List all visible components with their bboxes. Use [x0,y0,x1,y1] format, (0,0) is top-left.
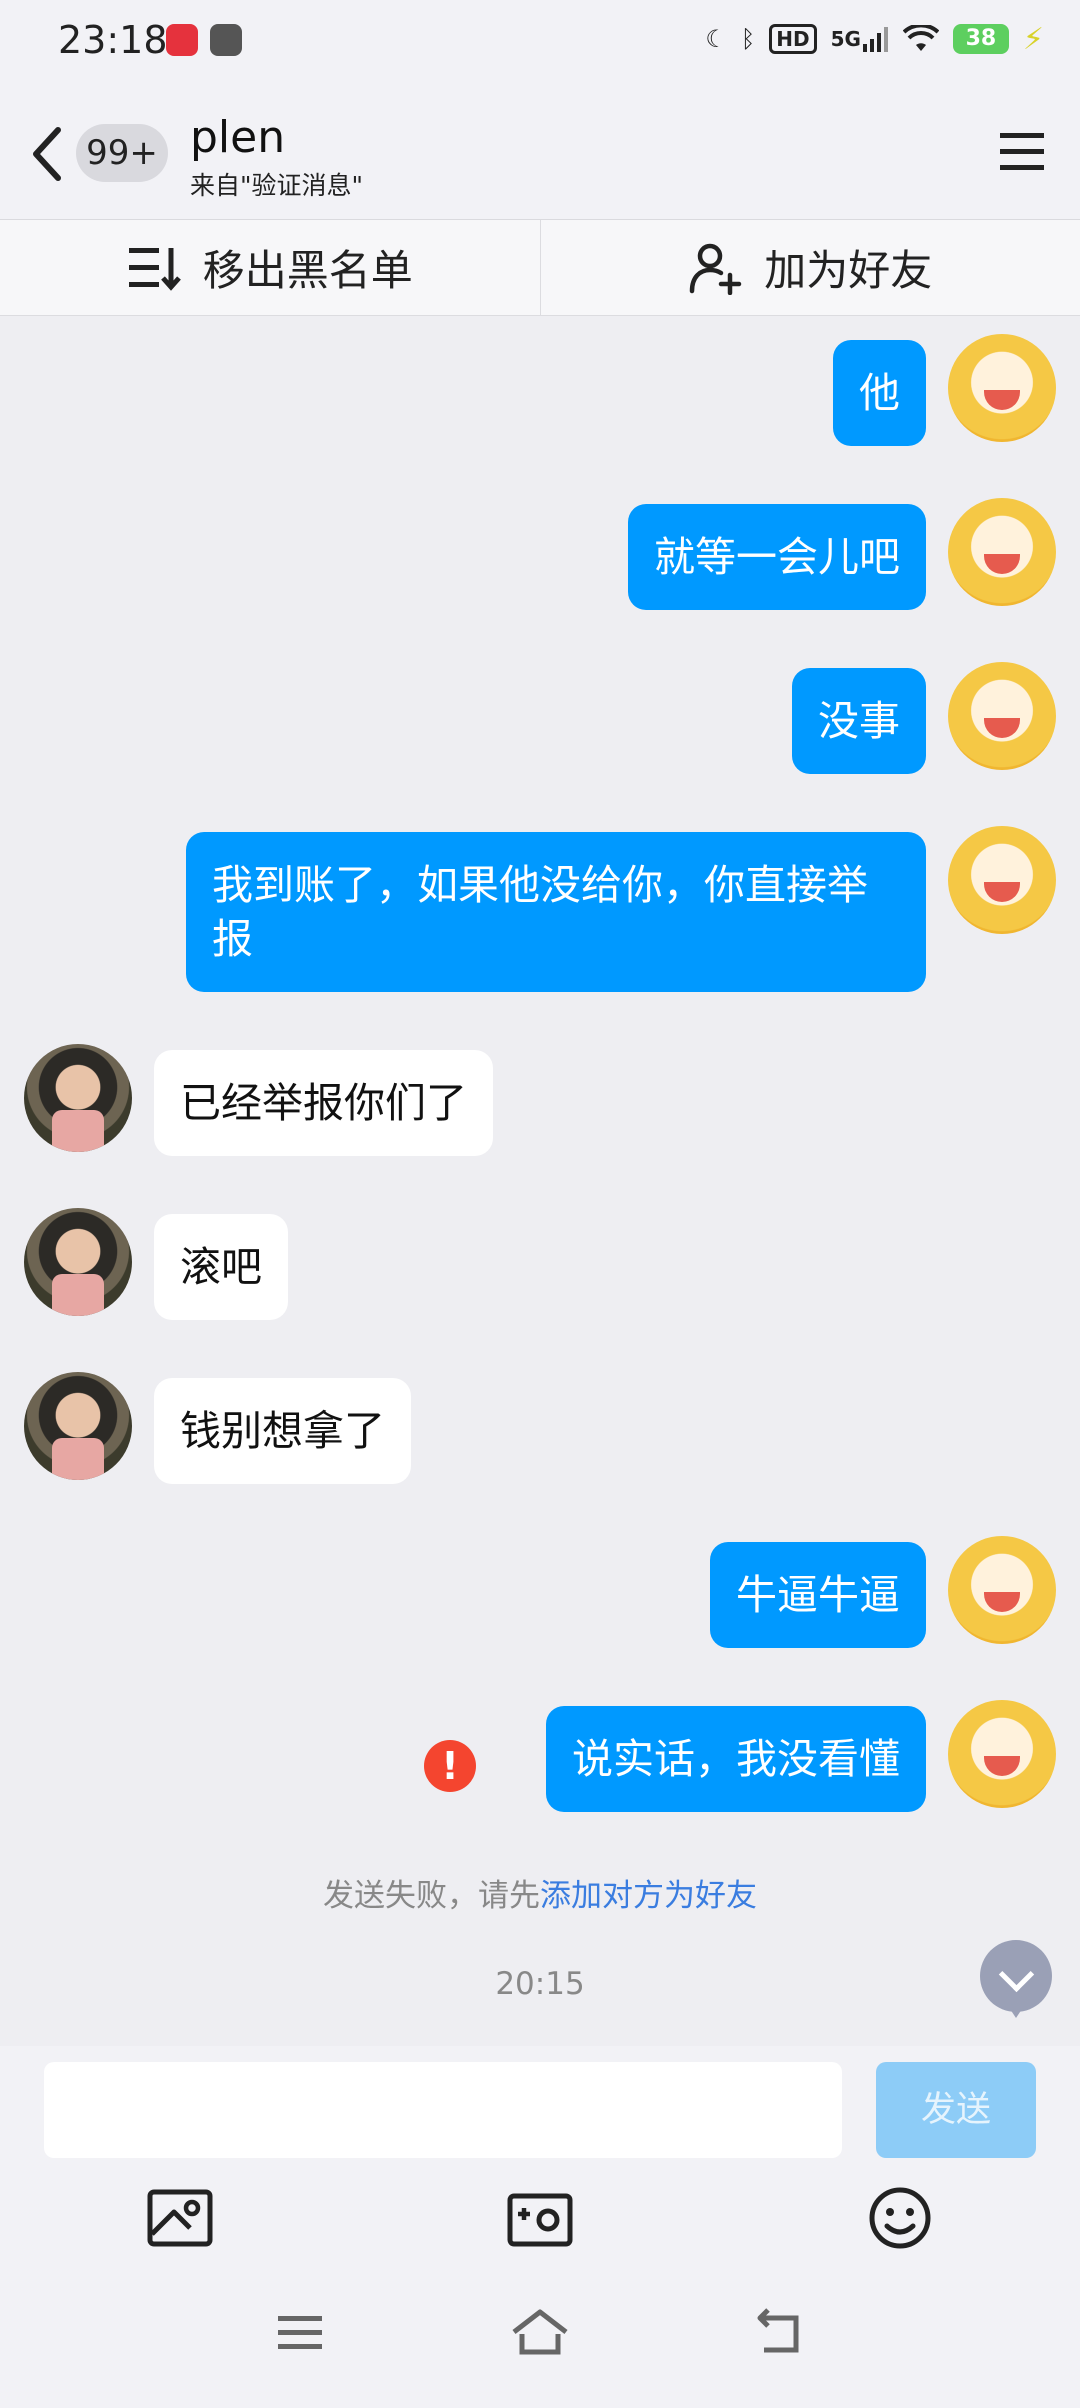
app-notification-icon [166,24,198,56]
bluetooth-icon: ᛒ [740,25,756,53]
remove-blacklist-label: 移出黑名单 [202,246,413,295]
gallery-button[interactable] [144,2182,216,2254]
cellular-signal-icon: 5G [831,22,889,56]
my-avatar[interactable] [948,1536,1056,1644]
send-button[interactable]: 发送 [876,2062,1036,2158]
action-bar: 移出黑名单 加为好友 [0,220,1080,316]
message-bubble-outgoing[interactable]: 我到账了，如果他没给你，你直接举报 [186,832,926,992]
camera-icon [507,2193,573,2247]
nav-menu-button[interactable] [268,2304,332,2360]
chevron-left-icon [33,127,61,181]
send-failed-text: 发送失败，请先 [323,1878,540,1914]
chat-screen: 23:18 ☾ ᛒ HD 5G 38 ⚡ 99+ plen 来自"验证消息" 移… [0,0,1080,2408]
message-bubble-incoming[interactable]: 滚吧 [154,1214,288,1320]
contact-source: 来自"验证消息" [190,171,363,200]
contact-avatar[interactable] [24,1208,132,1316]
my-avatar[interactable] [948,1700,1056,1808]
message-bubble-outgoing[interactable]: 牛逼牛逼 [710,1542,926,1648]
message-input[interactable] [44,2062,842,2158]
emoji-icon [869,2187,931,2249]
add-friend-link[interactable]: 添加对方为好友 [540,1878,757,1914]
status-time: 23:18 [58,18,168,62]
robot-notification-icon [210,24,242,56]
network-type: 5G [830,27,861,51]
back-icon [757,2308,799,2353]
status-bar: 23:18 ☾ ᛒ HD 5G 38 ⚡ [0,0,1080,82]
home-icon [512,2309,568,2355]
hamburger-icon [1000,133,1044,170]
my-avatar[interactable] [948,334,1056,442]
wifi-icon [902,22,939,56]
contact-avatar[interactable] [24,1044,132,1152]
battery-indicator: 38 [952,24,1009,54]
message-bubble-outgoing[interactable]: 就等一会儿吧 [628,504,926,610]
my-avatar[interactable] [948,826,1056,934]
unread-badge[interactable]: 99+ [76,124,168,182]
remove-blacklist-button[interactable]: 移出黑名单 [0,220,540,315]
menu-button[interactable] [998,130,1046,174]
time-separator: 20:15 [495,1966,585,2002]
status-indicators: ☾ ᛒ HD 5G 38 ⚡ [705,21,1044,57]
composer: 发送 [0,2046,1080,2408]
my-avatar[interactable] [948,498,1056,606]
hd-indicator: HD [769,24,817,54]
message-bubble-incoming[interactable]: 已经举报你们了 [154,1050,493,1156]
send-failed-notice: 发送失败，请先添加对方为好友 [0,1870,1080,1915]
message-bubble-outgoing[interactable]: 说实话，我没看懂 [546,1706,926,1812]
my-avatar[interactable] [948,662,1056,770]
contact-avatar[interactable] [24,1372,132,1480]
add-friend-button[interactable]: 加为好友 [539,220,1080,315]
nav-back-button[interactable] [748,2304,812,2360]
message-bubble-outgoing[interactable]: 没事 [792,668,926,774]
send-error-icon[interactable]: ! [424,1740,476,1792]
message-bubble-outgoing[interactable]: 他 [833,340,926,446]
image-icon [147,2189,213,2247]
back-button[interactable] [28,124,78,184]
add-user-icon [689,243,742,295]
contact-name[interactable]: plen [190,112,285,163]
nav-home-button[interactable] [508,2304,572,2360]
nav-menu-icon [278,2316,322,2349]
camera-button[interactable] [504,2182,576,2254]
chat-header: 99+ plen 来自"验证消息" [0,82,1080,220]
message-bubble-incoming[interactable]: 钱别想拿了 [154,1378,411,1484]
moon-icon: ☾ [705,25,727,53]
add-friend-label: 加为好友 [764,246,933,295]
charging-icon: ⚡ [1022,21,1044,57]
emoji-button[interactable] [864,2182,936,2254]
list-remove-icon [128,247,181,291]
scroll-to-bottom-button[interactable] [980,1940,1052,2018]
message-list[interactable]: 他 就等一会儿吧 没事 我到账了，如果他没给你，你直接举报 已经举报你们了 滚吧… [0,316,1080,2046]
